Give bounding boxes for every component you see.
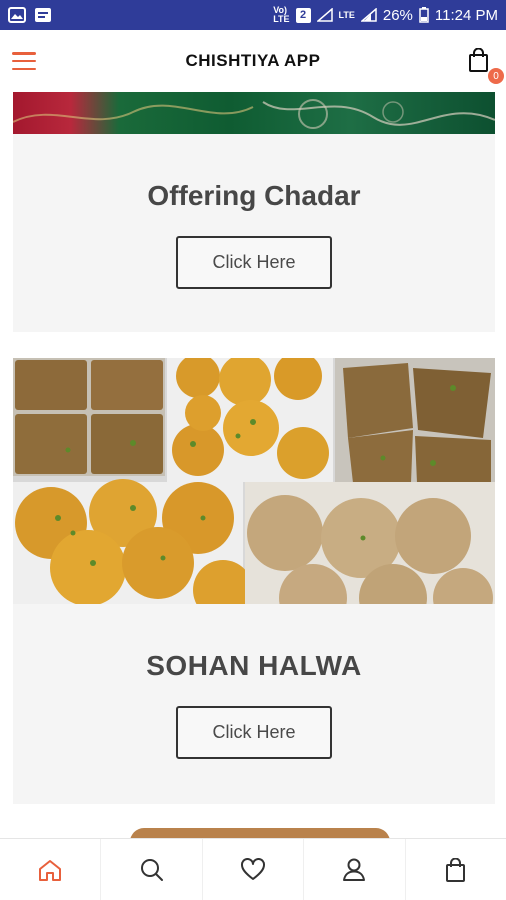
- message-icon: [35, 8, 51, 22]
- app-header: CHISHTIYA APP 0: [0, 30, 506, 92]
- sohan-halwa-image: [13, 358, 495, 604]
- status-notifications: [8, 7, 52, 23]
- heart-icon: [241, 857, 266, 880]
- status-system: Vo) LTE 2 LTE 26% 11:24 PM: [273, 6, 498, 24]
- volte-indicator: Vo) LTE: [273, 5, 290, 24]
- user-icon: [343, 858, 366, 881]
- sim-badge: 2: [295, 7, 311, 23]
- chadar-click-here-button[interactable]: Click Here: [176, 236, 332, 289]
- product-card-sohan-halwa: SOHAN HALWA Click Here: [13, 604, 495, 804]
- status-bar: Vo) LTE 2 LTE 26% 11:24 PM: [0, 0, 506, 30]
- content-scroll[interactable]: Offering Chadar Click Here SOHAN HALWA C…: [0, 92, 506, 838]
- clock: 11:24 PM: [434, 6, 498, 24]
- gallery-icon: [8, 7, 26, 23]
- cart-button[interactable]: 0: [468, 47, 504, 84]
- signal-bars-icon: [360, 8, 377, 22]
- sohan-halwa-click-here-button[interactable]: Click Here: [176, 706, 332, 759]
- next-product-image: [130, 828, 390, 838]
- cart-count-badge: 0: [488, 68, 504, 84]
- card-title: Offering Chadar: [147, 180, 361, 211]
- chadar-image: [13, 92, 495, 134]
- shopping-bag-icon: [469, 47, 488, 72]
- search-icon: [140, 858, 163, 881]
- nav-search[interactable]: [101, 839, 203, 900]
- app-title: CHISHTIYA APP: [185, 51, 321, 70]
- card-title: SOHAN HALWA: [146, 650, 362, 681]
- signal-icon: [316, 8, 333, 22]
- battery-icon: [419, 7, 429, 23]
- nav-account[interactable]: [304, 839, 406, 900]
- bottom-nav: [0, 838, 506, 900]
- nav-cart[interactable]: [406, 839, 506, 900]
- product-card-chadar: Offering Chadar Click Here: [13, 134, 495, 332]
- nav-home[interactable]: [0, 839, 102, 900]
- network-label: LTE: [338, 9, 355, 20]
- battery-percent: 26%: [382, 6, 413, 24]
- nav-wishlist[interactable]: [203, 839, 305, 900]
- home-icon: [39, 859, 62, 881]
- hamburger-menu-icon[interactable]: [12, 52, 36, 70]
- bag-icon: [445, 857, 465, 882]
